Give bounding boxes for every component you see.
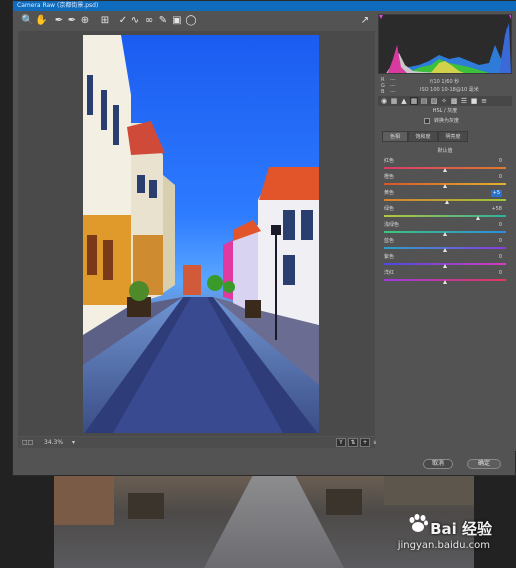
tab-luminance[interactable]: 明亮度 [438, 131, 468, 142]
title-bar: Camera Raw (京都街景.psd) [13, 1, 516, 11]
camera-settings: f/10 1/60 秒 [430, 79, 460, 85]
slider-thumb[interactable] [443, 280, 447, 284]
slider-value-input[interactable]: 0 [499, 254, 502, 261]
street-scene-image [83, 35, 319, 433]
zoom-dropdown-icon[interactable]: ▾ [72, 438, 75, 447]
slider-label: 橙色 [384, 174, 395, 180]
slider-label: 浅绿色 [384, 222, 400, 228]
b-value: --- [390, 89, 396, 95]
preview-image [83, 35, 319, 433]
slider-label: 红色 [384, 158, 395, 164]
presets-tab-icon[interactable]: ☰ [460, 97, 468, 105]
tone-curve-tab-icon[interactable]: ▦ [390, 97, 398, 105]
ok-button[interactable]: 确定 [467, 459, 501, 469]
slider-thumb[interactable] [475, 216, 480, 220]
slider-thumb[interactable] [443, 264, 447, 268]
copy-settings-icon[interactable]: + [360, 438, 370, 447]
bg-planter [128, 493, 164, 519]
histogram-graph [379, 15, 511, 73]
slider-value-input[interactable]: 0 [499, 222, 502, 229]
fullscreen-toggle-icon[interactable]: ↗ [359, 15, 371, 27]
zoom-tool-icon[interactable]: 🔍 [21, 15, 33, 27]
snapshots-tab-icon[interactable]: ■ [470, 97, 478, 105]
slider-label: 洋红 [384, 270, 395, 276]
slider-thumb[interactable] [443, 232, 447, 236]
adjustment-panel: R --- G --- B --- f/10 1/60 秒 ISO 100 10… [376, 11, 516, 451]
hue-slider-row: 紫色 0 [384, 254, 510, 270]
menu-icon[interactable]: ≡ [480, 97, 488, 105]
preview-canvas [18, 31, 375, 436]
slider-value-input[interactable]: 0 [499, 238, 502, 245]
bg-planter [326, 489, 362, 515]
slider-value-input[interactable]: +58 [491, 206, 502, 213]
slider-track[interactable] [384, 215, 506, 217]
slider-value-input[interactable]: 0 [499, 174, 502, 181]
zoom-level[interactable]: 34.3% [44, 438, 63, 447]
image-info: R --- G --- B --- f/10 1/60 秒 ISO 100 10… [378, 75, 512, 95]
toolbar: 🔍 ✋ ✒ ✒ ⊕ ⊞ ✓ ∿ ∞ ✎ ▣ ◯ ↗ [13, 11, 375, 33]
color-sampler-tool-icon[interactable]: ✒ [66, 15, 78, 27]
convert-grayscale-label: 转换为灰度 [434, 118, 460, 124]
slider-thumb[interactable] [445, 200, 450, 204]
convert-grayscale-row: 转换为灰度 [378, 117, 512, 125]
crop-tool-icon[interactable]: ⊞ [99, 15, 111, 27]
adjustment-brush-tool-icon[interactable]: ✎ [157, 15, 169, 27]
section-title: HSL / 灰度 [432, 108, 458, 114]
tab-saturation[interactable]: 饱和度 [408, 131, 438, 142]
convert-grayscale-checkbox[interactable] [424, 118, 430, 124]
lens-corrections-tab-icon[interactable]: ▨ [430, 97, 438, 105]
straighten-tool-icon[interactable]: ✓ [117, 15, 129, 27]
baidu-paw-icon [409, 514, 428, 532]
histogram [378, 14, 512, 74]
slider-thumb[interactable] [443, 248, 447, 252]
bg-road [204, 475, 344, 568]
slider-label: 蓝色 [384, 238, 395, 244]
panel-tabs: ◉ ▦ ▲ ▦ ▤ ▨ ✧ ▩ ☰ ■ ≡ [378, 96, 512, 106]
tab-hue[interactable]: 色相 [382, 131, 408, 142]
slider-thumb[interactable] [443, 184, 447, 188]
hand-tool-icon[interactable]: ✋ [35, 15, 47, 27]
b-label: B [381, 89, 385, 95]
hue-slider-row: 洋红 0 [384, 270, 510, 286]
fit-icon[interactable]: □□ [22, 438, 33, 447]
watermark-brand: Bai 经验 [430, 520, 492, 538]
basic-tab-icon[interactable]: ◉ [380, 97, 388, 105]
red-eye-tool-icon[interactable]: ∞ [143, 15, 155, 27]
radial-filter-tool-icon[interactable]: ◯ [185, 15, 197, 27]
slider-label: 绿色 [384, 206, 395, 212]
swap-icon[interactable]: ⇅ [348, 438, 358, 447]
slider-thumb[interactable] [443, 168, 447, 172]
graduated-filter-tool-icon[interactable]: ▣ [171, 15, 183, 27]
hue-slider-row: 浅绿色 0 [384, 222, 510, 238]
slider-value-input[interactable]: 0 [499, 158, 502, 165]
cancel-button[interactable]: 取消 [423, 459, 453, 469]
slider-value-input[interactable]: 0 [499, 270, 502, 277]
before-after-toggle[interactable]: Y [336, 438, 346, 447]
hue-slider-row: 蓝色 0 [384, 238, 510, 254]
hue-slider-row: 绿色 +58 [384, 206, 510, 222]
status-bar: □□ 34.3% ▾ Y ⇅ + ≡ [18, 437, 378, 448]
slider-label: 黄色 [384, 190, 395, 196]
hue-slider-row: 红色 0 [384, 158, 510, 174]
bg-house-right [384, 475, 474, 505]
camera-raw-dialog: Camera Raw (京都街景.psd) 🔍 ✋ ✒ ✒ ⊕ ⊞ ✓ ∿ ∞ … [12, 0, 516, 476]
spot-removal-tool-icon[interactable]: ∿ [129, 15, 141, 27]
bg-house-left [54, 475, 114, 525]
hsl-tab-icon[interactable]: ▦ [410, 97, 418, 105]
slider-value-input[interactable]: +5 [490, 190, 502, 197]
camera-calibration-tab-icon[interactable]: ▩ [450, 97, 458, 105]
hue-slider-row: 黄色 +5 [384, 190, 510, 206]
window-title: Camera Raw (京都街景.psd) [17, 2, 99, 9]
effects-tab-icon[interactable]: ✧ [440, 97, 448, 105]
hue-slider-row: 橙色 0 [384, 174, 510, 190]
detail-tab-icon[interactable]: ▲ [400, 97, 408, 105]
hsl-subtabs: 色相 饱和度 明亮度 [382, 131, 506, 142]
group-title: 默认值 [437, 148, 453, 154]
target-adjust-tool-icon[interactable]: ⊕ [79, 15, 91, 27]
split-toning-tab-icon[interactable]: ▤ [420, 97, 428, 105]
lens-settings: ISO 100 10-18@10 毫米 [420, 87, 479, 93]
slider-label: 紫色 [384, 254, 395, 260]
watermark-url: jingyan.baidu.com [397, 540, 490, 551]
white-balance-tool-icon[interactable]: ✒ [53, 15, 65, 27]
